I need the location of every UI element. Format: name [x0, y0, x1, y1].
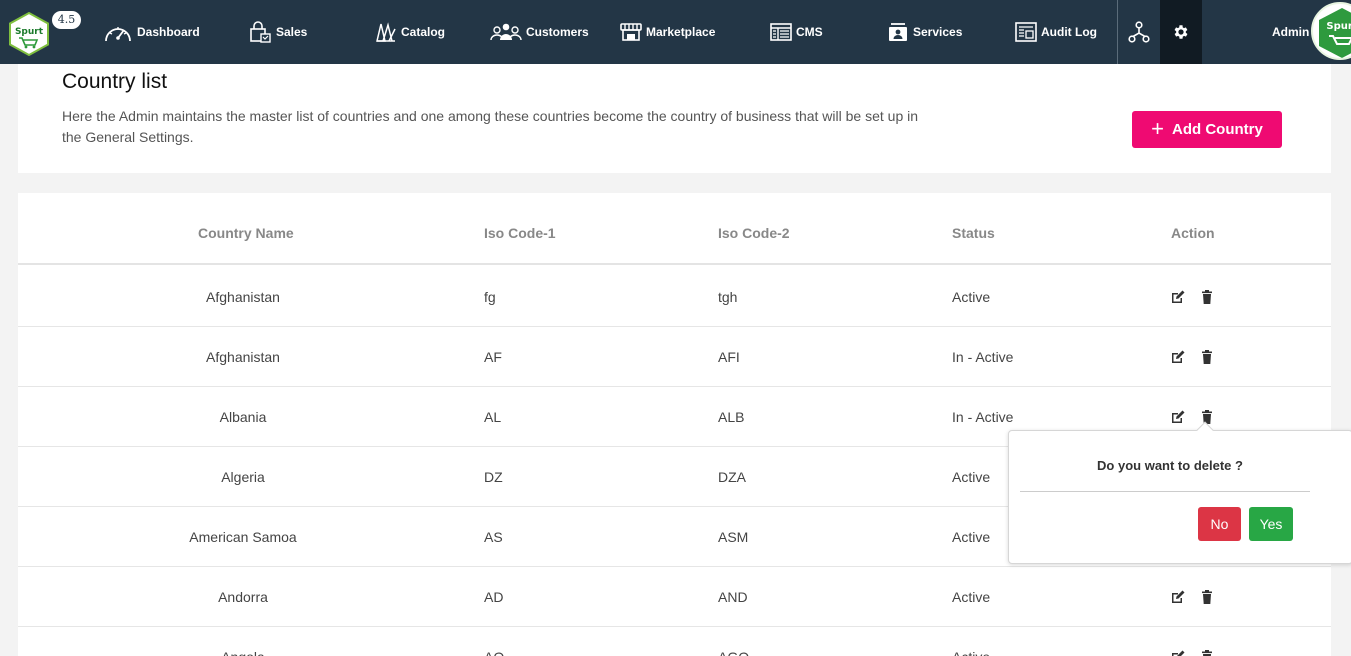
- page-header: Country list Here the Admin maintains th…: [18, 64, 1331, 173]
- cell-iso-code-1: DZ: [484, 469, 503, 485]
- shopping-bag-icon: [250, 21, 271, 43]
- version-badge: 4.5: [52, 11, 81, 29]
- nav-audit-log-label: Audit Log: [1041, 25, 1097, 39]
- cell-iso-code-2: ALB: [718, 409, 745, 425]
- cell-iso-code-2: tgh: [718, 289, 738, 305]
- nav-catalog-label: Catalog: [401, 25, 446, 39]
- nav-customers-label: Customers: [526, 25, 589, 39]
- table-row: Andorra AD AND Active: [18, 567, 1331, 627]
- no-button[interactable]: No: [1198, 507, 1241, 541]
- cell-country-name: Algeria: [221, 469, 265, 485]
- add-country-button[interactable]: + Add Country: [1132, 111, 1282, 148]
- top-navbar: Spurt 4.5 Dashboard Sales Catalog Custom…: [0, 0, 1351, 64]
- column-header-status[interactable]: Status: [952, 193, 995, 265]
- users-icon: [490, 23, 522, 41]
- add-country-label: Add Country: [1172, 121, 1263, 138]
- nav-sales-label: Sales: [276, 25, 308, 39]
- avatar-text: Spurt: [1326, 21, 1351, 32]
- admin-label[interactable]: Admin: [1272, 0, 1309, 64]
- cell-status: Active: [952, 289, 991, 305]
- plus-icon: +: [1151, 115, 1165, 141]
- delete-confirm-popover: Do you want to delete ? No Yes: [1008, 430, 1351, 564]
- delete-icon[interactable]: [1199, 289, 1215, 305]
- logo[interactable]: Spurt: [8, 11, 50, 57]
- edit-icon[interactable]: [1170, 589, 1186, 605]
- table-header: Country Name Iso Code-1 Iso Code-2 Statu…: [18, 193, 1331, 265]
- column-header-action: Action: [1171, 225, 1215, 241]
- cell-iso-code-2: AFI: [718, 349, 740, 365]
- cell-iso-code-1: AF: [484, 349, 502, 365]
- services-icon: [889, 23, 907, 41]
- table-row: Afghanistan AF AFI In - Active: [18, 327, 1331, 387]
- delete-icon[interactable]: [1199, 589, 1215, 605]
- catalog-icon: [376, 22, 396, 42]
- hierarchy-icon: [1128, 21, 1150, 43]
- nav-cms[interactable]: CMS: [770, 0, 823, 64]
- cell-iso-code-1: AS: [484, 529, 503, 545]
- edit-icon[interactable]: [1170, 349, 1186, 365]
- logo-text: Spurt: [15, 27, 44, 37]
- cell-iso-code-2: DZA: [718, 469, 746, 485]
- table-row: Angola AO AGO Active: [18, 627, 1331, 656]
- table-row: Afghanistan fg tgh Active: [18, 267, 1331, 327]
- cell-country-name: Angola: [221, 627, 265, 656]
- nav-catalog[interactable]: Catalog: [375, 0, 445, 64]
- nav-audit-log[interactable]: Audit Log: [1015, 0, 1097, 64]
- avatar[interactable]: Spurt: [1311, 2, 1351, 60]
- column-header-country-name[interactable]: Country Name: [198, 193, 294, 265]
- cell-status: In - Active: [952, 409, 1014, 425]
- cell-country-name: American Samoa: [189, 529, 297, 545]
- cell-country-name: Afghanistan: [206, 289, 280, 305]
- gauge-icon: [105, 27, 131, 42]
- delete-confirm-question: Do you want to delete ?: [1097, 458, 1243, 473]
- country-table: Country Name Iso Code-1 Iso Code-2 Statu…: [18, 193, 1331, 656]
- column-header-iso-code-1[interactable]: Iso Code-1: [484, 193, 556, 265]
- cell-status: Active: [952, 627, 990, 656]
- cell-iso-code-2: AND: [718, 589, 748, 605]
- edit-icon[interactable]: [1170, 649, 1186, 656]
- cell-status: In - Active: [952, 349, 1014, 365]
- popover-divider: [1020, 491, 1310, 492]
- cell-iso-code-2: AGO: [718, 627, 749, 656]
- edit-icon[interactable]: [1170, 289, 1186, 305]
- delete-icon[interactable]: [1199, 649, 1215, 656]
- nav-dashboard[interactable]: Dashboard: [103, 0, 200, 64]
- nav-marketplace[interactable]: Marketplace: [620, 0, 715, 64]
- nav-services-label: Services: [913, 25, 963, 39]
- column-header-iso-code-2[interactable]: Iso Code-2: [718, 193, 790, 265]
- nav-customers[interactable]: Customers: [490, 0, 589, 64]
- cell-status: Active: [952, 589, 991, 605]
- cell-country-name: Andorra: [218, 589, 268, 605]
- audit-log-icon: [1015, 22, 1037, 42]
- nav-marketplace-label: Marketplace: [646, 25, 716, 39]
- delete-icon[interactable]: [1199, 349, 1215, 365]
- cell-iso-code-1: AD: [484, 589, 504, 605]
- cms-icon: [770, 23, 792, 41]
- cell-status: Active: [952, 469, 991, 485]
- cell-country-name: Afghanistan: [206, 349, 280, 365]
- nav-dashboard-label: Dashboard: [137, 25, 200, 39]
- page-description: Here the Admin maintains the master list…: [62, 108, 919, 145]
- hierarchy-button[interactable]: [1118, 0, 1160, 64]
- nav-cms-label: CMS: [796, 25, 823, 39]
- yes-button[interactable]: Yes: [1249, 507, 1293, 541]
- nav-sales[interactable]: Sales: [248, 0, 307, 64]
- cell-iso-code-1: AO: [484, 627, 504, 656]
- cell-iso-code-2: ASM: [718, 529, 749, 545]
- cell-iso-code-1: AL: [484, 409, 502, 425]
- cell-country-name: Albania: [219, 409, 267, 425]
- edit-icon[interactable]: [1170, 409, 1186, 425]
- nav-services[interactable]: Services: [887, 0, 962, 64]
- settings-button[interactable]: [1160, 0, 1202, 64]
- cell-iso-code-1: fg: [484, 289, 496, 305]
- page-title: Country list: [62, 70, 168, 93]
- cell-status: Active: [952, 529, 991, 545]
- store-icon: [620, 23, 642, 41]
- gear-icon: [1174, 25, 1188, 39]
